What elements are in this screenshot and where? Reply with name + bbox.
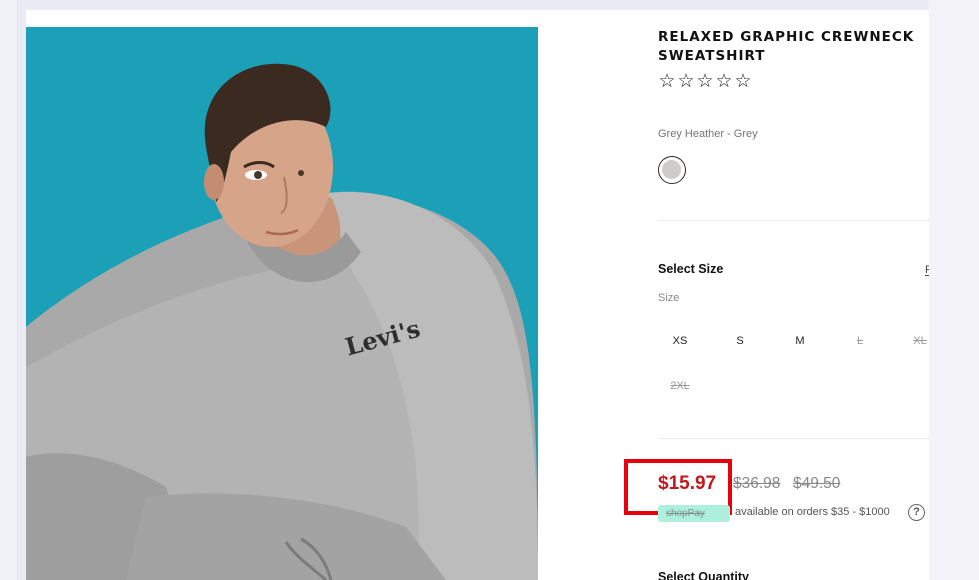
product-info: RELAXED GRAPHIC CREWNECK SWEATSHIRT ☆ ☆ … — [624, 10, 929, 580]
select-size-heading: Select Size — [658, 262, 724, 276]
divider — [658, 438, 929, 439]
installments-text: available on orders $35 - $1000 — [735, 506, 890, 518]
color-swatch[interactable] — [658, 156, 686, 184]
size-option-xs[interactable]: XS — [658, 330, 702, 352]
star-icon: ☆ — [715, 71, 733, 92]
star-icon: ☆ — [734, 71, 752, 92]
model-illustration: Levi's — [26, 63, 538, 580]
size-guide-link[interactable]: F — [925, 264, 929, 276]
size-option-s[interactable]: S — [718, 330, 762, 352]
right-gutter — [929, 0, 979, 580]
original-price: $36.98 — [733, 475, 781, 492]
product-title: RELAXED GRAPHIC CREWNECK SWEATSHIRT — [658, 29, 915, 64]
size-label: Size — [658, 292, 680, 304]
color-name: Grey Heather - Grey — [658, 128, 758, 140]
shop-pay-badge: shopPay — [658, 505, 730, 522]
help-icon[interactable]: ? — [908, 504, 925, 521]
size-option-2xl[interactable]: 2XL — [658, 375, 702, 397]
list-price: $49.50 — [793, 475, 841, 492]
size-option-l[interactable]: L — [838, 330, 882, 352]
divider — [658, 220, 929, 221]
star-icon: ☆ — [696, 71, 714, 92]
size-option-xl[interactable]: XL — [898, 330, 929, 352]
product-page: Levi's RELAXED GRAPHIC CREWNECK SWEATSHI… — [26, 10, 929, 580]
star-icon: ☆ — [658, 71, 676, 92]
left-gutter — [0, 0, 18, 580]
rating-stars[interactable]: ☆ ☆ ☆ ☆ ☆ — [658, 72, 752, 92]
swatch-fill — [662, 160, 681, 179]
product-image[interactable]: Levi's — [26, 27, 538, 580]
star-icon: ☆ — [677, 71, 695, 92]
select-quantity-heading: Select Quantity — [658, 570, 749, 580]
size-option-m[interactable]: M — [778, 330, 822, 352]
sale-price: $15.97 — [658, 473, 717, 494]
